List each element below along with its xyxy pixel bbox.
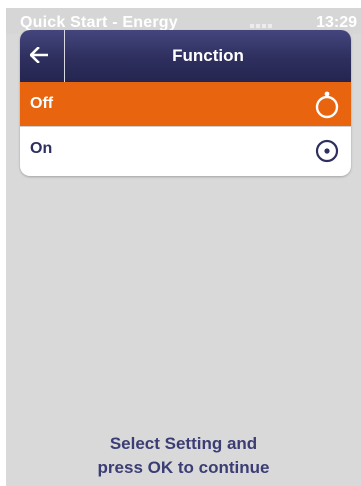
footer-hint: Select Setting and press OK to continue — [6, 432, 361, 480]
device-screen: Quick Start - Energy 13:29 Function Off … — [6, 8, 361, 486]
dialog-title: Function — [172, 46, 244, 65]
option-on[interactable]: On — [20, 127, 351, 171]
footer-hint-line2: press OK to continue — [97, 458, 270, 477]
radio-empty-icon — [315, 91, 339, 119]
function-dialog: Function Off On — [20, 30, 351, 176]
back-button[interactable] — [20, 30, 65, 82]
option-off[interactable]: Off — [20, 82, 351, 126]
footer-hint-line1: Select Setting and — [109, 434, 258, 453]
arrow-left-icon — [30, 47, 48, 63]
option-label: Off — [30, 95, 54, 112]
dialog-header: Function — [20, 30, 351, 82]
signal-icon — [250, 24, 272, 28]
radio-dot-icon — [315, 139, 339, 163]
option-label: On — [30, 140, 53, 157]
